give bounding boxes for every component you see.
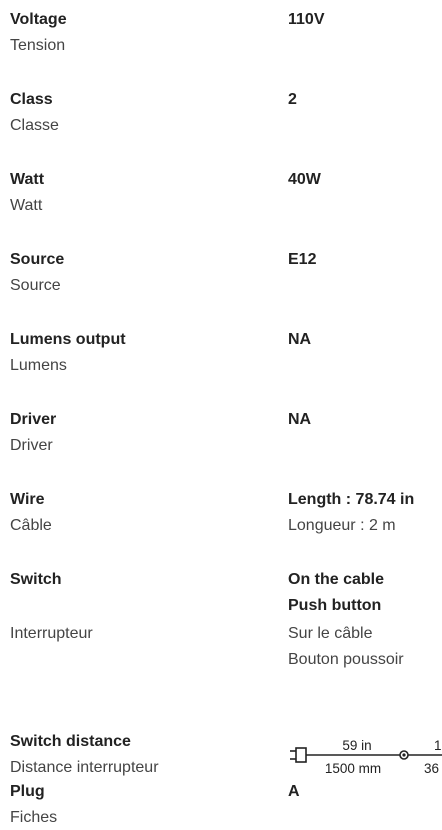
distance-top-label-2: 1 — [434, 738, 442, 753]
spec-label-fr: Lumens — [10, 357, 67, 374]
spec-label-fr: Câble — [10, 517, 52, 534]
spec-label-en: Switch — [10, 571, 62, 588]
spec-value-en: 40W — [288, 171, 321, 188]
spec-value-fr-line2: Bouton poussoir — [288, 651, 404, 668]
spec-label-en: Switch distance — [10, 733, 131, 750]
spec-value-en: 110V — [288, 11, 325, 28]
spec-value-fr-line1: Sur le câble — [288, 625, 373, 642]
spec-label-fr: Fiches — [10, 809, 58, 826]
spec-label-en: Source — [10, 251, 65, 268]
spec-label-en: Voltage — [10, 11, 67, 28]
spec-label-en: Wire — [10, 491, 45, 508]
spec-value-en: E12 — [288, 251, 317, 268]
spec-value-en-line1: On the cable — [288, 571, 385, 588]
cable-diagram: 59 in 1500 mm 1 36 — [290, 738, 442, 776]
spec-value-en: 2 — [288, 91, 297, 108]
spec-label-fr: Interrupteur — [10, 625, 93, 642]
spec-label-fr: Tension — [10, 37, 66, 54]
plug-icon — [290, 747, 307, 763]
distance-top-label: 59 in — [342, 738, 371, 753]
spec-label-fr: Source — [10, 277, 61, 294]
spec-label-en: Watt — [10, 171, 45, 188]
spec-label-fr: Distance interrupteur — [10, 759, 159, 776]
spec-value-en: A — [288, 783, 300, 800]
spec-label-en: Lumens output — [10, 331, 126, 348]
spec-label-en: Plug — [10, 783, 45, 800]
spec-value-en: NA — [288, 331, 312, 348]
spec-value-en: NA — [288, 411, 312, 428]
switch-marker-icon — [399, 750, 409, 760]
spec-label-fr: Watt — [10, 197, 43, 214]
spec-value-en-line2: Push button — [288, 597, 382, 614]
spec-value-fr: Longueur : 2 m — [288, 517, 396, 534]
spec-label-en: Driver — [10, 411, 57, 428]
distance-bottom-label: 1500 mm — [325, 761, 381, 776]
spec-value-en: Length : 78.74 in — [288, 491, 415, 508]
spec-label-fr: Driver — [10, 437, 53, 454]
switch-distance-diagram: 59 in 1500 mm 1 36 — [288, 736, 442, 776]
spec-label-en: Class — [10, 91, 53, 108]
distance-bottom-label-2: 36 — [424, 761, 439, 776]
spec-label-fr: Classe — [10, 117, 59, 134]
